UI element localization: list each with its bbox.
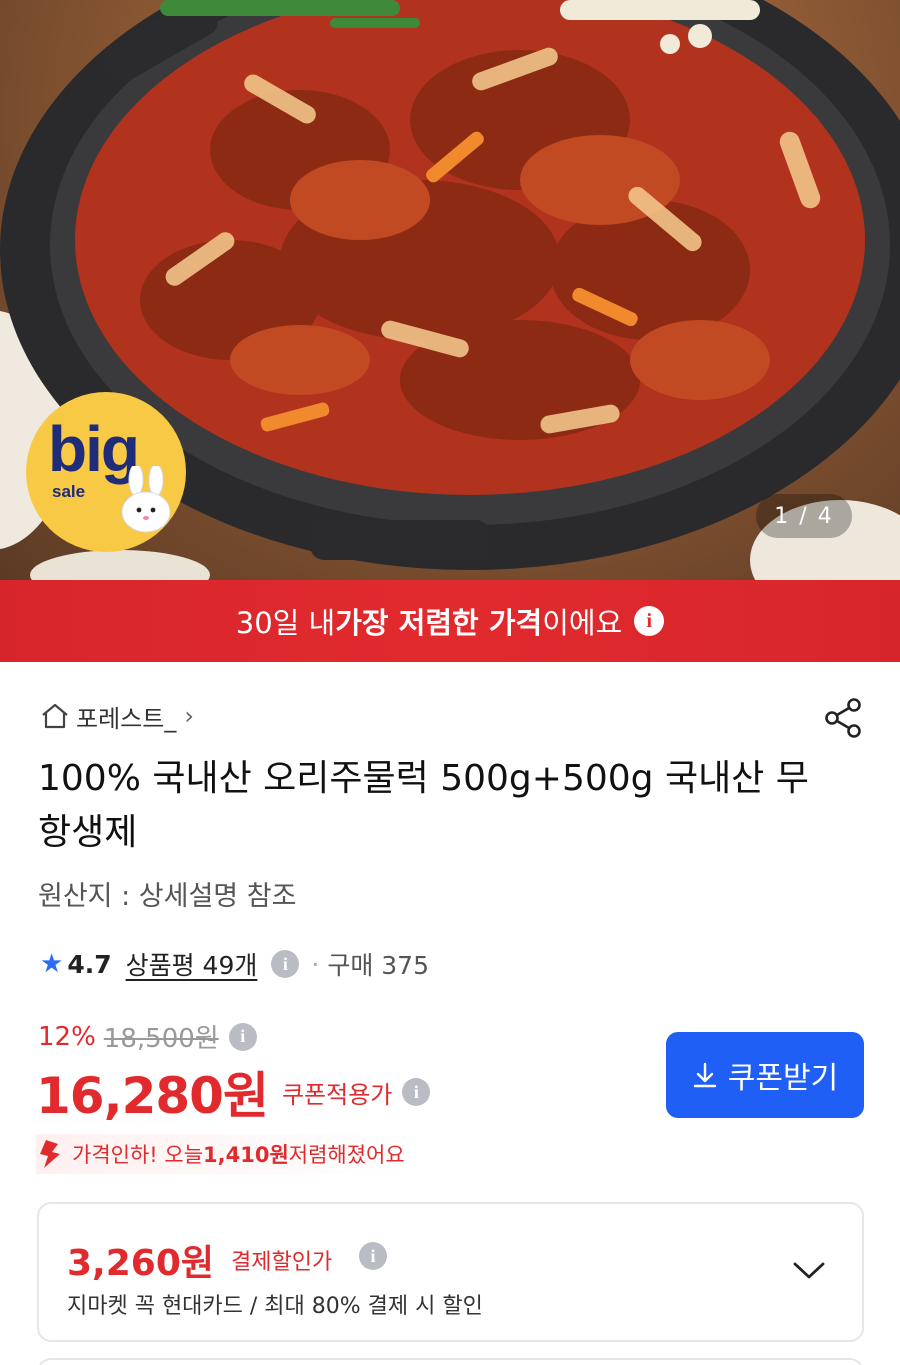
- separator-dot: ·: [311, 949, 320, 979]
- info-icon[interactable]: i: [359, 1242, 387, 1270]
- discount-row: 12% 18,500원 i: [38, 1018, 257, 1055]
- banner-text-bold: 가장 저렴한 가격: [335, 606, 543, 640]
- info-icon[interactable]: i: [228, 1022, 257, 1051]
- payment-price: 3,260원: [67, 1243, 214, 1284]
- home-icon: [42, 703, 68, 729]
- rabbit-icon: [121, 466, 171, 533]
- info-icon[interactable]: i: [271, 950, 300, 978]
- download-icon: [693, 1062, 716, 1088]
- rating-score: 4.7: [67, 949, 112, 979]
- coupon-price-label: 쿠폰적용가: [281, 1080, 393, 1109]
- banner-text-post: 이에요: [542, 606, 623, 640]
- chevron-down-icon[interactable]: [791, 1258, 827, 1282]
- product-title: 100% 국내산 오리주물럭 500g+500g 국내산 무항생제: [38, 758, 809, 853]
- reviews-link[interactable]: 상품평 49개: [126, 946, 258, 982]
- original-price: 18,500원: [103, 1024, 219, 1054]
- product-origin: 원산지 : 상세설명 참조: [38, 881, 297, 912]
- price-down-icon: [40, 1140, 60, 1168]
- drop-amount: 1,410원: [203, 1143, 289, 1167]
- banner-text-pre: 30일 내: [235, 606, 336, 640]
- payment-description: 지마켓 꼭 현대카드 / 최대 80% 결제 시 할인: [67, 1294, 483, 1319]
- get-coupon-button[interactable]: 쿠폰받기: [666, 1032, 864, 1118]
- discount-percent: 12%: [38, 1021, 96, 1052]
- big-sale-badge: big sale: [26, 392, 186, 552]
- price-row: 16,280원 쿠폰적용가 i: [36, 1056, 431, 1128]
- store-name: 포레스트_: [76, 704, 177, 733]
- rating-row: ★ 4.7 상품평 49개 i · 구매 375: [40, 944, 429, 984]
- price-drop-notice: 가격인하! 오늘 1,410원 저렴해졌어요: [36, 1134, 413, 1174]
- chevron-right-icon: ›: [184, 702, 194, 730]
- next-card-edge: [37, 1358, 864, 1365]
- product-image[interactable]: big sale 1 / 4: [0, 0, 900, 580]
- star-icon: ★: [40, 949, 64, 979]
- info-icon[interactable]: i: [634, 606, 665, 636]
- coupon-button-label: 쿠폰받기: [727, 1061, 839, 1096]
- payment-label: 결제할인가: [231, 1250, 333, 1275]
- badge-sale-text: sale: [52, 482, 86, 501]
- sale-price: 16,280원: [36, 1067, 269, 1125]
- drop-text-pre: 가격인하! 오늘: [72, 1143, 204, 1167]
- purchase-count: 구매 375: [327, 951, 429, 980]
- lowest-price-banner[interactable]: 30일 내 가장 저렴한 가격 이에요 i: [0, 580, 900, 662]
- info-icon[interactable]: i: [402, 1078, 431, 1106]
- store-link[interactable]: 포레스트_ ›: [40, 698, 194, 734]
- drop-text-post: 저렴해졌어요: [288, 1143, 405, 1167]
- payment-discount-card[interactable]: 3,260원 결제할인가 i 지마켓 꼭 현대카드 / 최대 80% 결제 시 …: [37, 1202, 864, 1342]
- share-icon[interactable]: [822, 696, 866, 740]
- image-counter: 1 / 4: [756, 494, 852, 538]
